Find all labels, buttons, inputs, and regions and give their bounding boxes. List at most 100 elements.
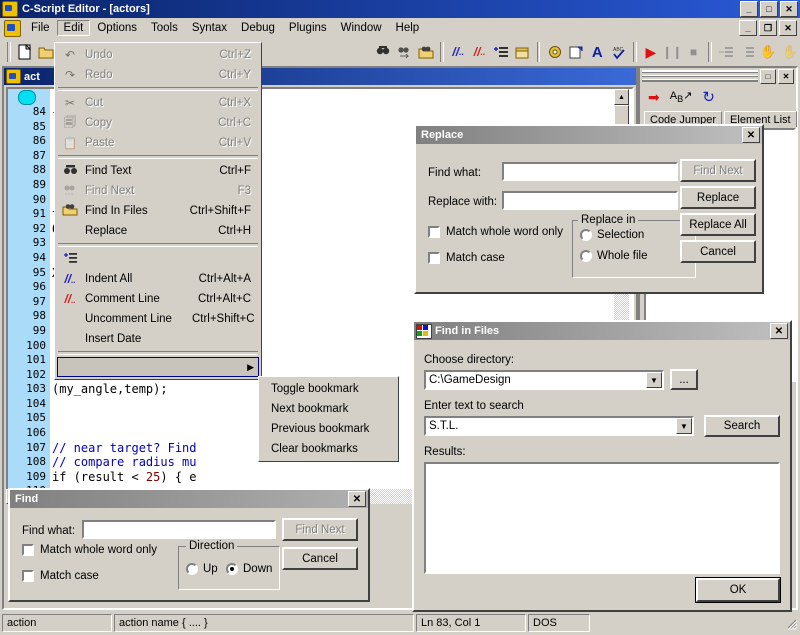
indent-all-icon[interactable] [491,41,511,63]
menu-options[interactable]: Options [90,20,144,36]
panel-gripper[interactable] [642,70,758,82]
replace-with-input[interactable] [502,191,678,210]
find-text-icon[interactable] [373,41,393,63]
find-what-input[interactable] [82,520,276,539]
properties-icon[interactable] [566,41,586,63]
step-into-icon[interactable] [716,41,736,63]
find-match-whole-word-checkbox[interactable]: Match whole word only [22,544,157,556]
search-text-combobox[interactable]: S.T.L. ▼ [424,416,694,436]
menu-item-paste[interactable]: 📋 Paste Ctrl+V [57,133,259,153]
pause-icon[interactable]: ❙❙ [662,41,682,63]
hand-disabled-icon[interactable]: ✋ [780,41,800,63]
find-in-files-close-button[interactable]: ✕ [770,323,788,339]
line-number: 87 [8,149,50,164]
minimize-button[interactable]: _ [740,1,758,17]
find-in-files-icon[interactable] [416,41,436,63]
new-file-icon[interactable] [15,41,35,63]
menu-item-copy[interactable]: 🗐 Copy Ctrl+C [57,113,259,133]
goto-icon[interactable]: ➡ [648,89,660,106]
menu-item-insert-date-accel: Ctrl+Shift+C [172,313,261,325]
statusbar: action action name { .... } Ln 83, Col 1… [2,613,798,633]
menu-item-insert-date-label: Uncomment Line [81,313,172,325]
menu-item-select-all[interactable]: Insert Date [57,329,259,349]
submenu-item-clear-bookmarks[interactable]: Clear bookmarks [261,439,396,459]
mdi-close-button[interactable]: ✕ [779,20,797,36]
spellcheck-icon[interactable]: ABC [608,41,628,63]
menu-item-redo[interactable]: ↷ Redo Ctrl+Y [57,65,259,85]
menu-item-indent-all[interactable] [57,249,259,269]
replace-button[interactable]: Replace [680,186,756,209]
find-dialog-close-button[interactable]: ✕ [348,491,366,507]
mdi-restore-button[interactable]: ❐ [759,20,777,36]
replace-find-what-input[interactable] [502,162,678,181]
menu-edit[interactable]: Edit [57,20,91,36]
scroll-up-button[interactable]: ▲ [614,89,629,105]
uncomment-line-icon[interactable]: //.. [469,41,489,63]
close-button[interactable]: ✕ [780,1,798,17]
replace-all-button[interactable]: Replace All [680,213,756,236]
browse-directory-button[interactable]: ... [670,369,698,390]
step-over-icon[interactable] [737,41,757,63]
run-icon[interactable]: ▶ [641,41,661,63]
chevron-down-icon[interactable]: ▼ [646,372,662,388]
search-button[interactable]: Search [704,415,780,437]
menu-item-cut[interactable]: ✂ Cut Ctrl+X [57,93,259,113]
find-match-case-checkbox[interactable]: Match case [22,570,99,582]
bookmark-marker-icon[interactable] [18,90,36,105]
submenu-item-toggle-bookmark[interactable]: Toggle bookmark [261,379,396,399]
direction-up-radio[interactable]: Up [186,563,218,575]
find-next-icon[interactable] [395,41,415,63]
line-number: 107 [8,441,50,456]
menu-item-insert-date[interactable]: Uncomment Line Ctrl+Shift+C [57,309,259,329]
menu-item-paste-accel: Ctrl+V [199,137,257,149]
replace-match-whole-word-checkbox[interactable]: Match whole word only [428,226,563,238]
replace-cancel-button[interactable]: Cancel [680,240,756,263]
panel-maximize-button[interactable]: □ [760,69,776,84]
replace-match-case-checkbox[interactable]: Match case [428,252,505,264]
directory-combobox[interactable]: C:\GameDesign ▼ [424,370,664,390]
menu-debug[interactable]: Debug [234,20,282,36]
comment-line-icon[interactable]: //.. [448,41,468,63]
font-icon[interactable]: A [587,41,607,63]
menu-file[interactable]: File [24,20,57,36]
menu-syntax[interactable]: Syntax [185,20,234,36]
menu-plugins[interactable]: Plugins [282,20,334,36]
replace-find-next-button[interactable]: Find Next [680,159,756,182]
replace-in-selection-radio[interactable]: Selection [580,229,644,241]
stop-icon[interactable]: ■ [683,41,703,63]
submenu-item-previous-bookmark[interactable]: Previous bookmark [261,419,396,439]
resize-grip[interactable] [784,616,798,630]
insert-date-icon[interactable] [512,41,532,63]
replace-in-whole-file-radio[interactable]: Whole file [580,250,648,262]
menu-item-uncomment-line[interactable]: //.. Comment Line Ctrl+Alt+C [57,289,259,309]
direction-down-radio[interactable]: Down [226,563,272,575]
find-in-files-ok-button[interactable]: OK [696,578,780,602]
maximize-button[interactable]: □ [760,1,778,17]
replace-in-whole-file-label: Whole file [597,250,648,262]
menu-window[interactable]: Window [334,20,389,36]
menu-item-replace[interactable]: Replace Ctrl+H [57,221,259,241]
sort-az-icon[interactable]: AB↗ [670,89,693,104]
line-number: 104 [8,397,50,412]
menu-item-undo[interactable]: ↶ Undo Ctrl+Z [57,45,259,65]
replace-dialog-close-button[interactable]: ✕ [742,127,760,143]
mdi-document-icon[interactable] [4,20,21,37]
mdi-minimize-button[interactable]: _ [739,20,757,36]
menu-item-find-text[interactable]: Find Text Ctrl+F [57,161,259,181]
find-next-button[interactable]: Find Next [282,518,358,541]
menu-item-find-in-files[interactable]: Find In Files Ctrl+Shift+F [57,201,259,221]
submenu-item-next-bookmark[interactable]: Next bookmark [261,399,396,419]
menu-tools[interactable]: Tools [144,20,185,36]
refresh-icon[interactable]: ↻ [702,88,715,106]
find-cancel-button[interactable]: Cancel [282,547,358,570]
compile-icon[interactable] [544,41,564,63]
menu-help[interactable]: Help [389,20,427,36]
chevron-down-icon[interactable]: ▼ [676,418,692,434]
menu-item-find-next[interactable]: Find Next F3 [57,181,259,201]
menu-item-comment-line[interactable]: //.. Indent All Ctrl+Alt+A [57,269,259,289]
results-listbox[interactable] [424,462,780,574]
panel-close-button[interactable]: ✕ [778,69,794,84]
hand-icon[interactable]: ✋ [758,41,778,63]
menu-item-bookmarks[interactable]: ▶ [57,357,259,377]
menu-item-find-next-label: Find Next [81,185,218,197]
